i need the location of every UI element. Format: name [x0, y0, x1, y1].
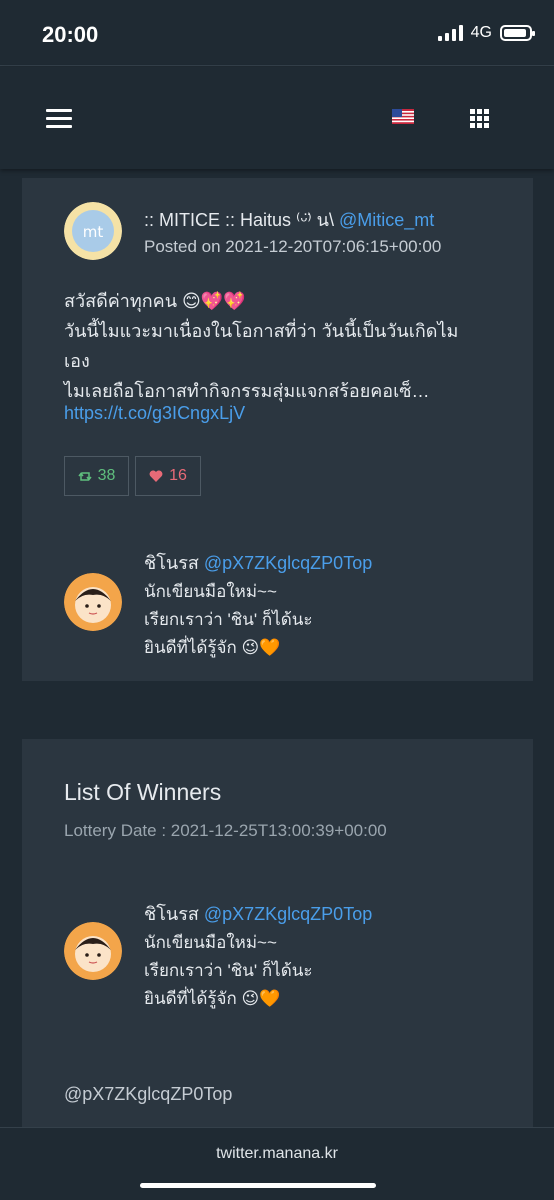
retweet-icon: [78, 471, 92, 481]
participant-name-line: ชิโนรส @pX7ZKglcqZP0Top: [144, 548, 372, 577]
post-body: สวัสดีค่าทุกคน 😊💖💖 วันนี้ไมแวะมาเนื่องใน…: [64, 286, 494, 406]
participant-bio-line: นักเขียนมือใหม่~~: [144, 582, 277, 601]
heart-icon: [149, 470, 163, 482]
retweet-button[interactable]: 38: [64, 456, 129, 496]
post-body-line: วันนี้ไมแวะมาเนื่องในโอกาสที่ว่า วันนี้เ…: [64, 321, 459, 341]
winner-bio-line: เรียกเราว่า 'ชิน' ก็ได้นะ: [144, 961, 313, 980]
participant-bio: นักเขียนมือใหม่~~ เรียกเราว่า 'ชิน' ก็ได…: [144, 578, 313, 662]
post-date: Posted on 2021-12-20T07:06:15+00:00: [144, 237, 442, 256]
winner-handle-link[interactable]: @pX7ZKglcqZP0Top: [204, 904, 372, 924]
participant-bio-line: ยินดีที่ได้รู้จัก 😉🧡: [144, 638, 281, 657]
winner-bio: นักเขียนมือใหม่~~ เรียกเราว่า 'ชิน' ก็ได…: [144, 929, 313, 1013]
hamburger-menu-icon[interactable]: [46, 109, 72, 128]
winner-handle: @pX7ZKglcqZP0Top: [64, 1084, 233, 1104]
participant-name: ชิโนรส: [144, 553, 199, 573]
post-link[interactable]: https://t.co/g3ICngxLjV: [64, 403, 245, 424]
svg-text:mt: mt: [83, 223, 104, 241]
participant-avatar[interactable]: [64, 573, 122, 631]
post-body-line: เอง: [64, 351, 90, 371]
winners-title: List Of Winners: [64, 779, 222, 805]
winner-name: ชิโนรส: [144, 904, 199, 924]
author-handle-link[interactable]: @Mitice_mt: [339, 210, 434, 230]
winner-name-line: ชิโนรส @pX7ZKglcqZP0Top: [144, 899, 372, 928]
post-body-line: ไมเลยถือโอกาสทำกิจกรรมสุ่มแจกสร้อยคอเซ็…: [64, 381, 430, 401]
author-line: :: MITICE :: Haitus ⁽ᵕ̈⁾ น\ @Mitice_mt: [144, 205, 434, 234]
battery-icon: [500, 25, 535, 41]
post-card: mt :: MITICE :: Haitus ⁽ᵕ̈⁾ น\ @Mitice_m…: [22, 178, 533, 681]
winner-avatar[interactable]: [64, 922, 122, 980]
winners-card: List Of Winners Lottery Date : 2021-12-2…: [22, 739, 533, 1139]
status-bar: 20:00 4G: [0, 0, 554, 66]
navbar: [0, 67, 554, 169]
status-icons: 4G: [437, 24, 535, 42]
retweet-count: 38: [97, 467, 116, 484]
us-flag-icon[interactable]: [392, 109, 414, 124]
lottery-date: Lottery Date : 2021-12-25T13:00:39+00:00: [64, 821, 387, 840]
home-indicator[interactable]: [140, 1183, 376, 1188]
status-time: 20:00: [42, 22, 99, 47]
winner-bio-line: นักเขียนมือใหม่~~: [144, 933, 277, 952]
apps-grid-icon[interactable]: [470, 109, 489, 128]
author-name: :: MITICE :: Haitus ⁽ᵕ̈⁾ น\: [144, 210, 334, 230]
network-type: 4G: [470, 24, 492, 41]
like-count: 16: [169, 467, 187, 484]
browser-bottom-bar: twitter.manana.kr: [0, 1127, 554, 1200]
participant-handle-link[interactable]: @pX7ZKglcqZP0Top: [204, 553, 372, 573]
participant-bio-line: เรียกเราว่า 'ชิน' ก็ได้นะ: [144, 610, 313, 629]
url-domain[interactable]: twitter.manana.kr: [0, 1145, 554, 1163]
like-button[interactable]: 16: [135, 456, 201, 496]
author-avatar[interactable]: mt: [64, 202, 122, 260]
signal-icon: [437, 25, 463, 41]
post-body-line: สวัสดีค่าทุกคน 😊💖💖: [64, 291, 246, 311]
winner-bio-line: ยินดีที่ได้รู้จัก 😉🧡: [144, 989, 281, 1008]
